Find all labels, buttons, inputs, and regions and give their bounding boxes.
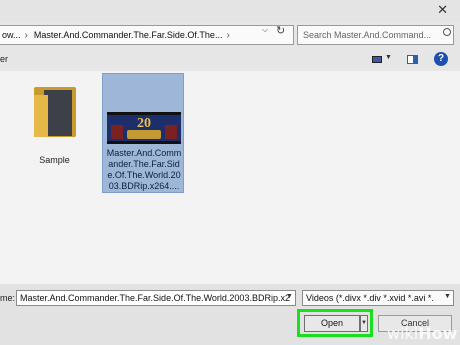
- breadcrumb-item-current[interactable]: Master.And.Commander.The.Far.Side.Of.The…: [32, 30, 223, 40]
- file-label: Sample: [39, 155, 70, 165]
- search-input[interactable]: Search Master.And.Command...: [297, 25, 454, 45]
- folder-flap: [34, 95, 48, 137]
- film-curtain-right: [165, 125, 177, 139]
- dialog-footer: me: Master.And.Commander.The.Far.Side.Of…: [0, 284, 460, 345]
- filename-label: me:: [0, 293, 16, 303]
- video-thumbnail: 20: [107, 112, 181, 144]
- file-item-video[interactable]: 20 Master.And.Commander.The.Far.Side.Of.…: [102, 73, 184, 193]
- chevron-down-icon[interactable]: ⌵: [262, 25, 268, 35]
- film-curtain-left: [111, 125, 123, 139]
- help-icon[interactable]: ?: [434, 52, 448, 66]
- breadcrumb[interactable]: ow... › Master.And.Commander.The.Far.Sid…: [0, 25, 294, 45]
- open-button[interactable]: Open: [304, 315, 360, 332]
- file-label: Master.And.Commander.The.Far.Side.Of.The…: [106, 148, 182, 191]
- filename-input[interactable]: Master.And.Commander.The.Far.Side.Of.The…: [16, 290, 296, 306]
- view-options-icon[interactable]: [372, 56, 382, 63]
- wikihow-watermark: wikiHow: [387, 324, 458, 343]
- studio-logo-graphic: 20: [137, 116, 151, 131]
- open-split-chevron-icon[interactable]: ▼: [360, 315, 368, 332]
- chevron-down-icon[interactable]: ▼: [444, 293, 451, 300]
- search-icon[interactable]: [443, 28, 451, 36]
- title-bar: ✕: [0, 0, 460, 22]
- folder-item-sample[interactable]: Sample: [22, 81, 87, 165]
- folder-preview-image: [44, 90, 72, 136]
- chevron-right-icon: ›: [226, 29, 230, 41]
- studio-logo-banner: [127, 130, 161, 139]
- address-row: ow... › Master.And.Commander.The.Far.Sid…: [0, 22, 460, 49]
- chevron-down-icon[interactable]: ▼: [385, 54, 392, 61]
- file-list: Sample 20 Master.And.Commander.The.Far.S…: [0, 71, 460, 284]
- refresh-icon[interactable]: ↻: [276, 24, 285, 37]
- toolbar: er ▼ ?: [0, 49, 460, 71]
- breadcrumb-item-parent[interactable]: ow...: [0, 30, 21, 40]
- close-icon[interactable]: ✕: [437, 3, 448, 17]
- chevron-down-icon[interactable]: ▼: [286, 293, 293, 300]
- preview-pane-icon[interactable]: [407, 55, 418, 64]
- new-folder-button[interactable]: er: [0, 54, 8, 64]
- chevron-right-icon: ›: [24, 29, 28, 41]
- filetype-select[interactable]: Videos (*.divx *.div *.xvid *.avi *.: [302, 290, 454, 306]
